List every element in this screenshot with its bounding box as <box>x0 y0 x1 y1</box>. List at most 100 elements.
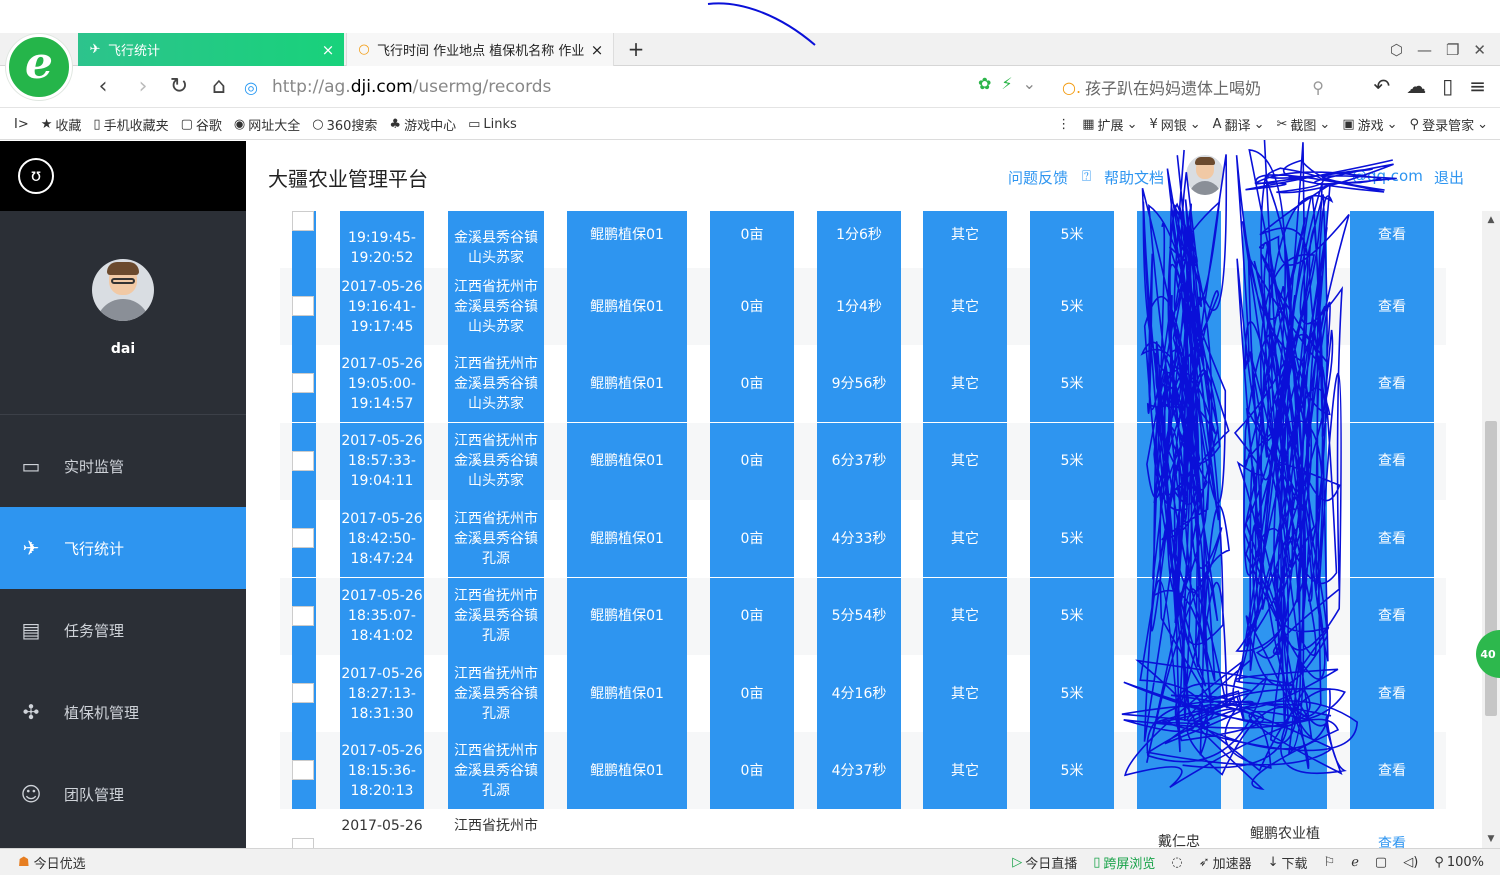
view-link[interactable]: 查看 <box>1350 422 1434 500</box>
cloud-icon[interactable]: ☁ <box>1406 74 1426 98</box>
work-location: 江西省抚州市 金溪县秀谷镇 孔源 <box>448 655 544 732</box>
flag-icon[interactable]: ⚐ <box>1324 855 1336 870</box>
bookmark-item[interactable]: ★ 收藏 <box>41 115 82 134</box>
url-domain: dji.com <box>350 77 413 97</box>
scrollbar[interactable]: ▲ ▼ <box>1482 211 1500 848</box>
row-checkbox[interactable] <box>292 211 314 231</box>
tab-search[interactable]: ○ 飞行时间 作业地点 植保机名称 作业 × <box>346 33 614 66</box>
row-selector[interactable] <box>292 211 316 268</box>
sidebar-item[interactable]: ▭ 实时监管 <box>0 425 246 507</box>
row-selector[interactable] <box>292 577 316 655</box>
row-checkbox[interactable] <box>292 683 314 703</box>
download-button[interactable]: ↓ 下载 <box>1268 853 1308 872</box>
row-selector[interactable] <box>292 500 316 578</box>
toolbar-item[interactable]: ✂ 截图 ⌄ <box>1277 115 1331 134</box>
forward-icon[interactable]: › <box>130 74 156 100</box>
row-checkbox[interactable] <box>292 605 314 626</box>
home-icon[interactable]: ⌂ <box>206 74 232 100</box>
user-email[interactable]: @qq.com <box>1352 167 1423 185</box>
bookmark-item[interactable]: ▯ 手机收藏夹 <box>93 115 168 134</box>
view-link[interactable]: 查看 <box>1350 655 1434 732</box>
refresh-icon[interactable]: ↻ <box>166 74 192 100</box>
row-checkbox[interactable] <box>292 528 314 549</box>
row-selector[interactable] <box>292 422 316 500</box>
flight-time: 19:19:45- 19:20:52 <box>340 211 424 268</box>
search-input[interactable]: ○. 孩子趴在妈妈遗体上喝奶 ⚲ <box>1062 72 1324 102</box>
row-selector[interactable] <box>292 655 316 732</box>
status-left[interactable]: ☗ 今日优选 <box>18 849 86 876</box>
header-avatar[interactable] <box>1186 155 1224 195</box>
speed-icon[interactable]: ⚡ <box>1001 74 1012 93</box>
cross-screen-button[interactable]: ▯ 跨屏浏览 <box>1093 853 1155 872</box>
row-selector[interactable] <box>292 345 316 423</box>
view-link[interactable]: 查看 <box>1350 211 1434 268</box>
tablet-icon[interactable]: ▯ <box>1442 74 1453 98</box>
close-icon[interactable]: × <box>589 41 605 59</box>
scroll-down-icon[interactable]: ▼ <box>1482 834 1500 844</box>
close-icon[interactable]: × <box>320 41 336 59</box>
view-link[interactable]: 查看 <box>1350 268 1434 345</box>
row-selector[interactable] <box>292 268 316 345</box>
menu-icon[interactable]: ≡ <box>1469 74 1486 98</box>
feedback-link[interactable]: 问题反馈 <box>1008 167 1068 188</box>
view-link[interactable]: 查看 <box>1350 577 1434 655</box>
back-icon[interactable]: ‹ <box>90 74 116 100</box>
security-icon[interactable]: ✿ <box>978 74 991 93</box>
row-checkbox[interactable] <box>292 450 314 471</box>
toolbar-item[interactable]: ▣ 游戏 ⌄ <box>1342 115 1397 134</box>
url-path: /usermg/records <box>412 77 552 97</box>
sidebar-item[interactable]: ▤ 任务管理 <box>0 589 246 671</box>
bookmark-label: 收藏 <box>55 118 82 134</box>
maximize-icon[interactable]: ❐ <box>1446 41 1459 59</box>
undo-icon[interactable]: ↶ <box>1373 74 1390 98</box>
help-icon[interactable]: ⍰ <box>1082 167 1091 185</box>
browser-logo-icon[interactable]: e <box>6 34 72 100</box>
sidebar-item[interactable]: ☺ 团队管理 <box>0 753 246 835</box>
sidebar-item[interactable]: ✈ 飞行统计 <box>0 507 246 589</box>
chevron-down-icon: ⌄ <box>1386 116 1398 132</box>
address-bar[interactable]: ◎ http://ag. dji.com/usermg/records <box>244 71 972 103</box>
help-docs-link[interactable]: 帮助文档 <box>1104 167 1164 188</box>
logout-link[interactable]: 退出 <box>1434 167 1464 188</box>
ie-icon[interactable]: ℯ <box>1351 855 1359 870</box>
row-checkbox[interactable] <box>292 760 314 781</box>
view-link[interactable]: 查看 <box>1350 345 1434 423</box>
row-checkbox[interactable] <box>292 838 314 848</box>
search-icon[interactable]: ⚲ <box>1312 78 1324 97</box>
volume-icon[interactable]: ◁) <box>1403 855 1418 870</box>
toolbar-item[interactable]: ¥ 网银 ⌄ <box>1149 115 1200 134</box>
toolbar-item[interactable]: ⚲ 登录管家 ⌄ <box>1410 115 1488 134</box>
row-checkbox[interactable] <box>292 296 314 316</box>
drone-name: 鲲鹏植保01 <box>567 268 687 345</box>
row-selector[interactable] <box>292 732 316 810</box>
avatar[interactable] <box>92 259 154 321</box>
new-tab-button[interactable]: + <box>624 33 648 66</box>
app-logo-icon[interactable]: ʊ <box>18 158 54 194</box>
skin-icon[interactable]: ⬡ <box>1390 41 1403 59</box>
bookmark-item[interactable]: ○ 360搜索 <box>312 115 377 134</box>
bookmark-item[interactable]: ▢ 谷歌 <box>181 115 222 134</box>
chevron-down-icon[interactable]: ⌄ <box>1023 74 1036 93</box>
sidebar-toggle-icon[interactable]: I> <box>14 117 29 132</box>
scroll-up-icon[interactable]: ▲ <box>1482 215 1500 225</box>
minimize-icon[interactable]: — <box>1417 41 1432 59</box>
close-window-icon[interactable]: ✕ <box>1473 41 1486 59</box>
zoom-control[interactable]: ⚲ 100% <box>1434 855 1484 870</box>
toolbar-item[interactable]: A 翻译 ⌄ <box>1213 115 1265 134</box>
view-link[interactable]: 查看 <box>1350 500 1434 578</box>
accelerator-button[interactable]: ➶ 加速器 <box>1199 853 1252 872</box>
row-checkbox[interactable] <box>292 373 314 394</box>
bookmark-item[interactable]: ◉ 网址大全 <box>234 115 300 134</box>
flight-time: 2017-05-26 19:05:00- 19:14:57 <box>340 345 424 423</box>
bookmark-item[interactable]: ▭ Links <box>468 117 517 132</box>
more-icon[interactable]: ⋮ <box>1057 117 1070 132</box>
view-link[interactable]: 查看 <box>1350 732 1434 810</box>
live-button[interactable]: ▷ 今日直播 <box>1012 853 1077 872</box>
window-icon[interactable]: ▢ <box>1375 855 1387 870</box>
view-link[interactable]: 查看 <box>1350 810 1434 848</box>
bookmark-item[interactable]: ♣ 游戏中心 <box>389 115 456 134</box>
toolbar-item[interactable]: ▦ 扩展 ⌄ <box>1082 115 1137 134</box>
swirl-icon[interactable]: ◌ <box>1171 855 1182 870</box>
sidebar-item[interactable]: ✣ 植保机管理 <box>0 671 246 753</box>
tab-flight-stats[interactable]: ✈ 飞行统计 × <box>78 33 344 66</box>
